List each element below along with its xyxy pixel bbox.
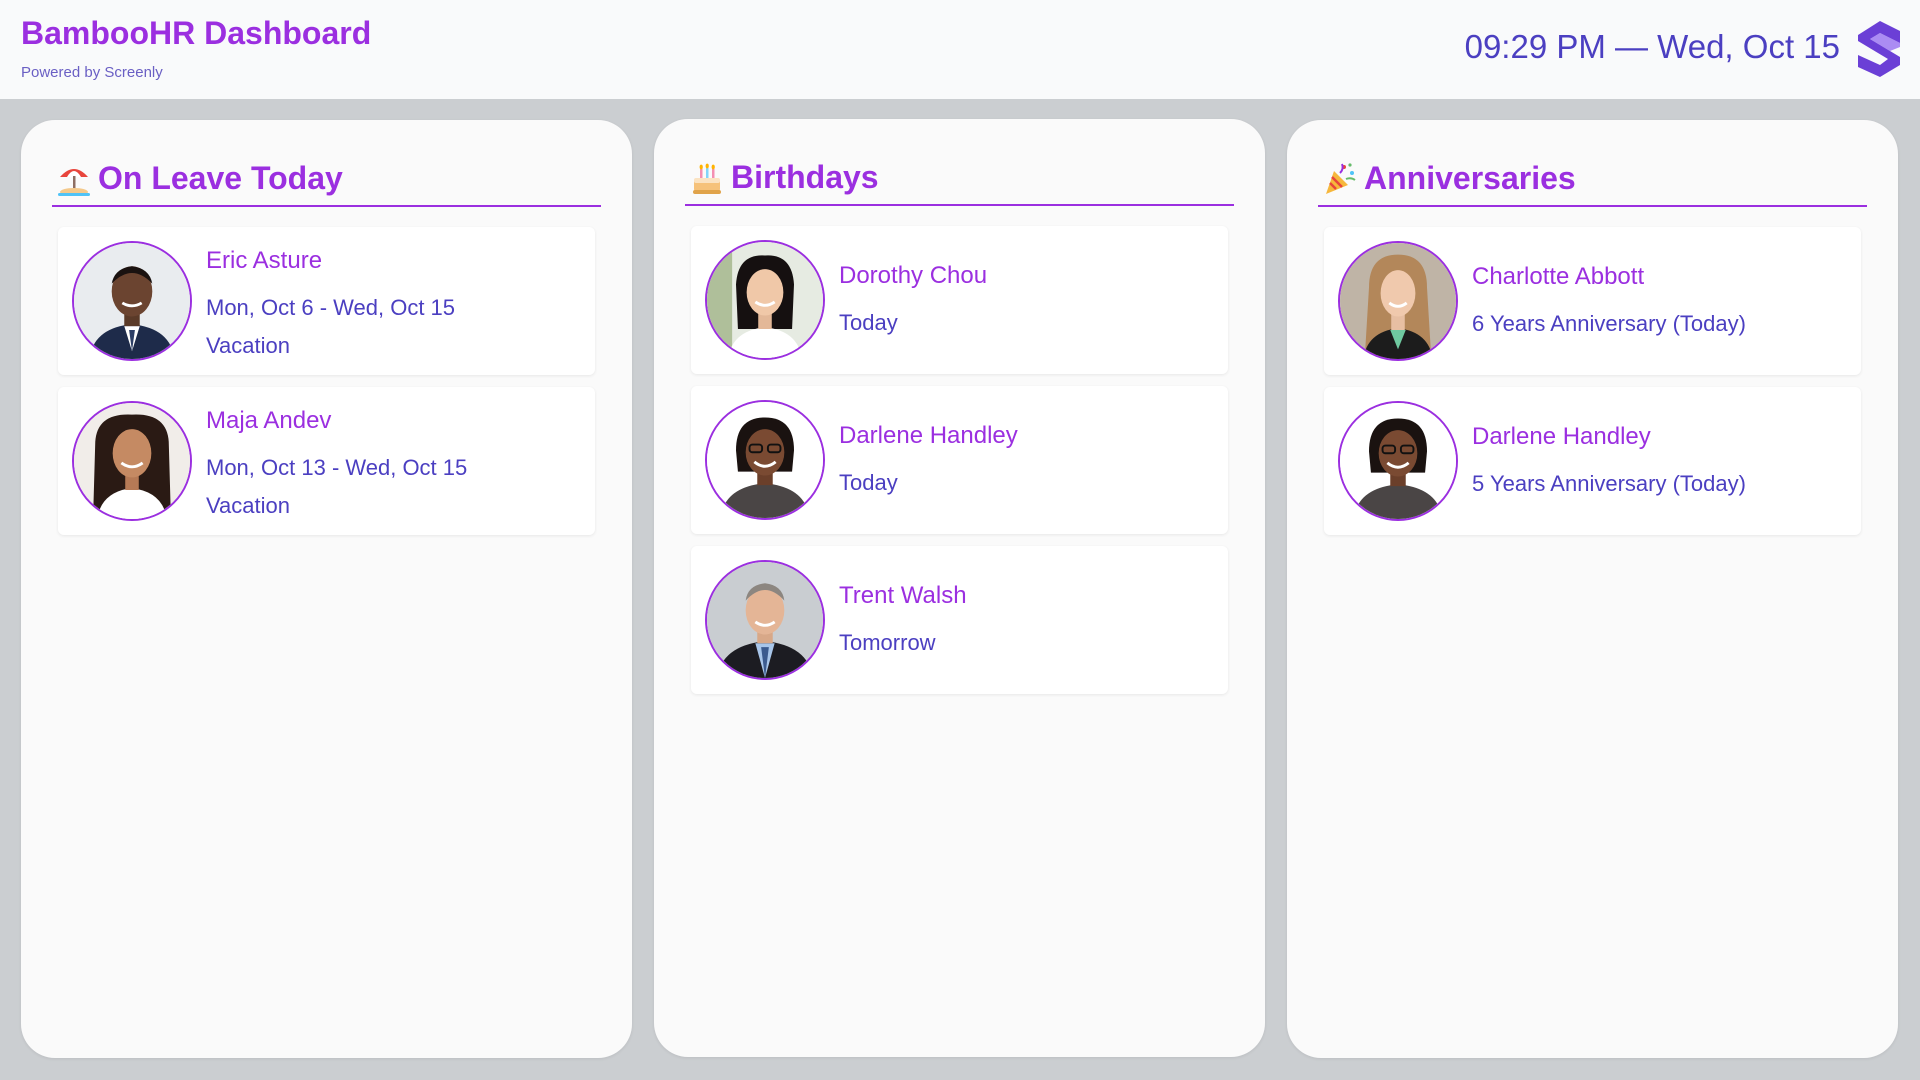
anniversary-text: 6 Years Anniversary (Today) <box>1472 311 1746 336</box>
employee-card: Darlene Handley 5 Years Anniversary (Tod… <box>1324 387 1861 535</box>
employee-card: Trent Walsh Tomorrow <box>691 546 1228 694</box>
on-leave-list: Eric Asture Mon, Oct 6 - Wed, Oct 15 Vac… <box>58 227 595 547</box>
employee-name: Dorothy Chou <box>839 262 988 289</box>
anniversaries-list: Charlotte Abbott 6 Years Anniversary (To… <box>1324 227 1861 547</box>
anniversary-text: 5 Years Anniversary (Today) <box>1472 471 1746 496</box>
employee-info: Trent Walsh Tomorrow <box>839 578 1216 662</box>
employee-info: Darlene Handley Today <box>839 418 1216 502</box>
avatar <box>705 400 825 520</box>
on-leave-title: On Leave Today <box>98 160 343 196</box>
leave-dates: Mon, Oct 13 - Wed, Oct 15 <box>206 455 468 480</box>
employee-card: Darlene Handley Today <box>691 386 1228 534</box>
clock-display: 09:29 PM — Wed, Oct 15 <box>1464 28 1840 65</box>
employee-name: Charlotte Abbott <box>1472 263 1645 290</box>
header-bar: BambooHR Dashboard Powered by Screenly 0… <box>0 0 1920 99</box>
avatar <box>1338 241 1458 361</box>
avatar <box>72 401 192 521</box>
screenly-logo-icon <box>1854 17 1904 81</box>
beach-umbrella-icon <box>52 157 96 201</box>
avatar <box>72 241 192 361</box>
employee-info: Dorothy Chou Today <box>839 258 1216 342</box>
anniversaries-panel: Anniversaries Charlotte Abbott 6 Years A… <box>1287 120 1898 1058</box>
app-subtitle: Powered by Screenly <box>21 64 163 81</box>
party-popper-icon <box>1318 157 1362 201</box>
avatar <box>705 240 825 360</box>
birthdays-panel: Birthdays Dorothy Chou Today Darlene Han… <box>654 119 1265 1057</box>
employee-name: Trent Walsh <box>839 582 967 609</box>
employee-card: Maja Andev Mon, Oct 13 - Wed, Oct 15 Vac… <box>58 387 595 535</box>
avatar <box>1338 401 1458 521</box>
employee-name: Eric Asture <box>206 247 323 274</box>
employee-info: Charlotte Abbott 6 Years Anniversary (To… <box>1472 259 1849 343</box>
employee-card: Charlotte Abbott 6 Years Anniversary (To… <box>1324 227 1861 375</box>
leave-dates: Mon, Oct 6 - Wed, Oct 15 <box>206 295 456 320</box>
employee-info: Darlene Handley 5 Years Anniversary (Tod… <box>1472 419 1849 503</box>
leave-type: Vacation <box>206 493 290 518</box>
employee-card: Eric Asture Mon, Oct 6 - Wed, Oct 15 Vac… <box>58 227 595 375</box>
birthday-cake-icon <box>685 156 729 200</box>
on-leave-header: On Leave Today <box>52 152 601 207</box>
employee-info: Eric Asture Mon, Oct 6 - Wed, Oct 15 Vac… <box>206 243 583 365</box>
on-leave-panel: On Leave Today Eric Asture Mon, Oct 6 - … <box>21 120 632 1058</box>
birthdays-header: Birthdays <box>685 151 1234 206</box>
employee-name: Maja Andev <box>206 407 332 434</box>
employee-name: Darlene Handley <box>1472 423 1651 450</box>
birthday-date: Tomorrow <box>839 630 936 655</box>
employee-card: Dorothy Chou Today <box>691 226 1228 374</box>
employee-info: Maja Andev Mon, Oct 13 - Wed, Oct 15 Vac… <box>206 403 583 525</box>
birthdays-title: Birthdays <box>731 159 879 195</box>
app-title: BambooHR Dashboard <box>21 15 372 51</box>
birthday-date: Today <box>839 310 898 335</box>
birthdays-list: Dorothy Chou Today Darlene Handley Today… <box>691 226 1228 706</box>
avatar <box>705 560 825 680</box>
leave-type: Vacation <box>206 333 290 358</box>
birthday-date: Today <box>839 470 898 495</box>
employee-name: Darlene Handley <box>839 422 1018 449</box>
anniversaries-title: Anniversaries <box>1364 160 1576 196</box>
anniversaries-header: Anniversaries <box>1318 152 1867 207</box>
